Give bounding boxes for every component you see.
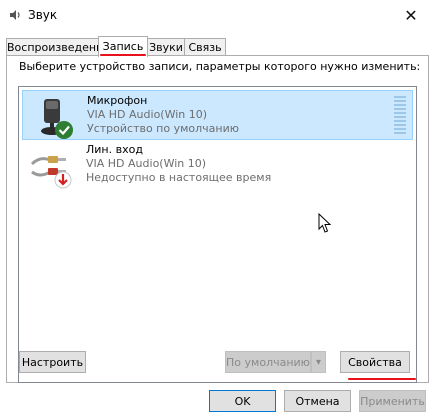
device-list[interactable]: Микрофон VIA HD Audio(Win 10) Устройство…: [18, 86, 417, 383]
device-status: Устройство по умолчанию: [87, 122, 240, 135]
window-title: Звук: [28, 8, 58, 22]
speaker-icon: [10, 10, 20, 20]
configure-button[interactable]: Настроить: [19, 351, 86, 373]
annotation-underline-tab: [100, 54, 146, 56]
mouse-cursor-icon: [318, 213, 332, 233]
device-driver: VIA HD Audio(Win 10): [86, 157, 207, 170]
apply-button[interactable]: Применить: [359, 390, 426, 412]
recording-panel: Выберите устройство записи, параметры ко…: [6, 55, 429, 383]
annotation-underline-properties: [348, 378, 416, 380]
chevron-down-icon: ▾: [315, 357, 322, 368]
level-meter: [394, 96, 406, 134]
close-icon: ✕: [404, 5, 418, 25]
device-name: Лин. вход: [86, 143, 143, 156]
device-item-line-in[interactable]: Лин. вход VIA HD Audio(Win 10) Недоступн…: [22, 140, 411, 189]
close-button[interactable]: ✕: [388, 0, 434, 30]
cancel-button[interactable]: Отмена: [284, 390, 351, 412]
tab-communications[interactable]: Связь: [184, 38, 226, 56]
microphone-icon: [41, 99, 73, 139]
default-check-icon: [55, 121, 73, 139]
device-name: Микрофон: [87, 94, 148, 107]
set-default-dropdown[interactable]: ▾: [311, 351, 326, 373]
ok-button[interactable]: OK: [209, 390, 276, 412]
device-item-microphone[interactable]: Микрофон VIA HD Audio(Win 10) Устройство…: [22, 90, 413, 140]
properties-button[interactable]: Свойства: [340, 351, 410, 373]
title-bar: Звук ✕: [0, 0, 434, 30]
device-status: Недоступно в настоящее время: [86, 171, 272, 184]
instruction-text: Выберите устройство записи, параметры ко…: [19, 60, 421, 73]
unavailable-arrow-icon: [54, 171, 72, 189]
set-default-button[interactable]: По умолчанию: [225, 351, 311, 373]
tab-playback[interactable]: Воспроизведение: [6, 38, 110, 56]
device-driver: VIA HD Audio(Win 10): [87, 108, 208, 121]
line-in-icon: [30, 156, 72, 189]
tab-sounds[interactable]: Звуки: [146, 38, 186, 56]
